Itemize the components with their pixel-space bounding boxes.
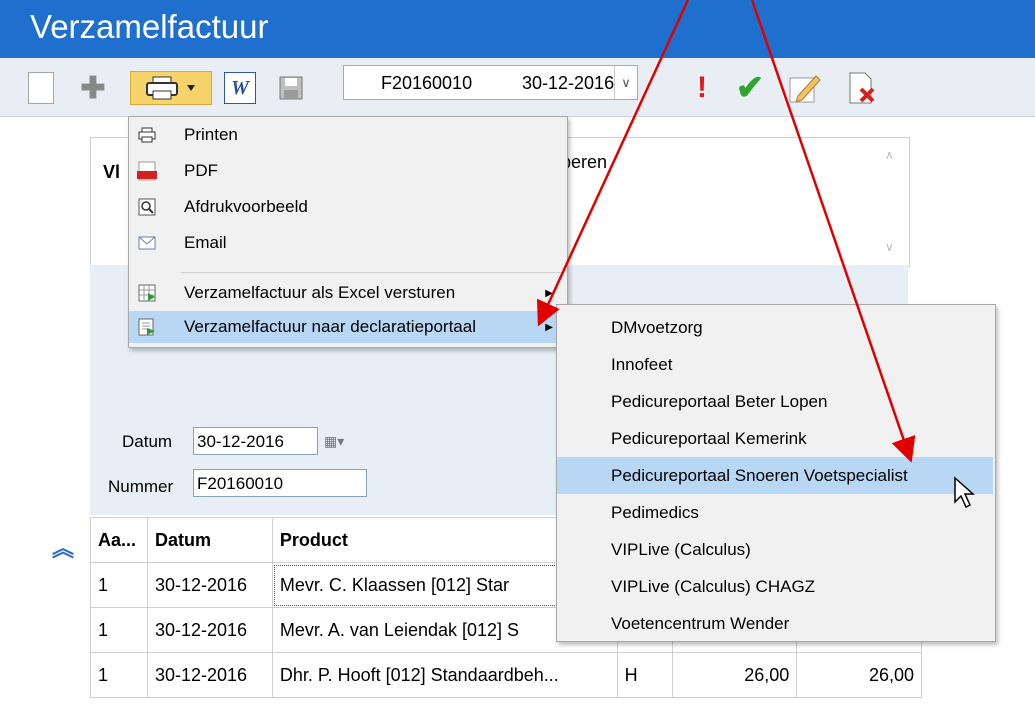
pdf-icon — [137, 161, 157, 181]
datum-input[interactable]: 30-12-2016 — [193, 427, 318, 455]
submenu-arrow-icon: ▶ — [545, 287, 553, 299]
window-title: Verzamelfactuur — [30, 8, 269, 45]
submenu-item[interactable]: Voetencentrum Wender — [557, 605, 993, 642]
submenu-item-label: Pedicureportaal Beter Lopen — [611, 391, 828, 411]
submenu-item-label: DMvoetzorg — [611, 317, 703, 337]
excel-icon — [137, 283, 157, 303]
cell: 1 — [90, 652, 148, 698]
menu-item-label: Verzamelfactuur als Excel versturen — [184, 283, 456, 302]
menu-item-email[interactable]: Email — [129, 227, 565, 259]
envelope-icon — [137, 233, 157, 253]
submenu-item[interactable]: Pedicureportaal Kemerink — [557, 420, 993, 457]
scroll-down-icon[interactable]: ∨ — [885, 240, 894, 254]
cell: 30-12-2016 — [146, 562, 273, 608]
cell: Dhr. P. Hooft [012] Standaardbeh... — [271, 652, 618, 698]
submenu-item[interactable]: Innofeet — [557, 346, 993, 383]
cell: 1 — [90, 607, 148, 653]
cell: H — [616, 652, 673, 698]
menu-item-printen[interactable]: Printen — [129, 119, 565, 151]
checkmark-icon[interactable]: ✔ — [730, 69, 770, 107]
collapse-chevron-icon[interactable]: ︽ — [52, 531, 74, 563]
submenu-item-label: Pedimedics — [611, 502, 699, 522]
submenu-item[interactable]: Pedimedics — [557, 494, 993, 531]
mouse-cursor-icon — [954, 476, 975, 509]
invoice-selector[interactable]: F20160010 30-12-2016 ∨ — [343, 65, 638, 100]
submenu-arrow-icon: ▶ — [545, 321, 553, 333]
menu-item-label: Printen — [184, 125, 238, 144]
menu-item-afdrukvoorbeeld[interactable]: Afdrukvoorbeeld — [129, 191, 565, 223]
menu-item-pdf[interactable]: PDF — [129, 155, 565, 187]
table-row[interactable]: 1 30-12-2016 Dhr. P. Hooft [012] Standaa… — [90, 652, 922, 698]
menu-item-label: PDF — [184, 161, 218, 180]
delete-document-icon[interactable] — [846, 71, 880, 105]
cell: 26,00 — [671, 652, 798, 698]
menu-item-label: Afdrukvoorbeeld — [184, 197, 308, 216]
nummer-label: Nummer — [108, 477, 174, 496]
magnifier-icon — [137, 197, 157, 217]
column-header[interactable]: Datum — [146, 517, 273, 563]
cell: 26,00 — [796, 652, 922, 698]
chevron-down-icon[interactable]: ∨ — [614, 66, 637, 99]
word-icon[interactable]: W — [224, 72, 256, 104]
menu-item-declaratieportaal[interactable]: Verzamelfactuur naar declaratieportaal ▶ — [129, 311, 565, 343]
submenu-item-label: VIPLive (Calculus) CHAGZ — [611, 576, 816, 596]
submenu-item-label: Pedicureportaal Kemerink — [611, 428, 807, 448]
menu-item-excel[interactable]: Verzamelfactuur als Excel versturen ▶ — [129, 277, 565, 309]
menu-item-label: Email — [184, 233, 227, 252]
calendar-icon[interactable]: ▦▾ — [324, 433, 359, 453]
submenu-item[interactable]: Pedicureportaal Beter Lopen — [557, 383, 993, 420]
save-icon[interactable] — [276, 71, 306, 105]
cell: 30-12-2016 — [146, 652, 273, 698]
submenu-item[interactable]: VIPLive (Calculus) CHAGZ — [557, 568, 993, 605]
portal-icon — [137, 317, 157, 337]
print-dropdown-button[interactable] — [130, 71, 212, 105]
submenu-item-highlighted[interactable]: Pedicureportaal Snoeren Voetspecialist — [557, 457, 993, 494]
cell: 30-12-2016 — [146, 607, 273, 653]
datum-label: Datum — [122, 432, 173, 451]
submenu-item-label: Pedicureportaal Snoeren Voetspecialist — [611, 465, 908, 485]
title-bar: Verzamelfactuur — [0, 0, 1035, 58]
menu-item-label: Verzamelfactuur naar declaratieportaal — [184, 317, 476, 336]
cell: 1 — [90, 562, 148, 608]
combo-invoice-date: 30-12-2016 — [522, 73, 615, 93]
note-scrollbar[interactable]: ∧ ∨ — [875, 138, 909, 264]
submenu-item[interactable]: VIPLive (Calculus) — [557, 531, 993, 568]
edit-icon[interactable] — [785, 71, 825, 105]
new-document-icon[interactable] — [28, 72, 54, 104]
warning-icon[interactable]: ! — [692, 71, 712, 105]
add-icon[interactable]: ✚ — [78, 71, 108, 105]
print-menu: Printen PDF Afdrukvoorbeeld Email Verzam… — [128, 116, 568, 348]
note-label: Vl — [103, 162, 121, 182]
portal-submenu: DMvoetzorg Innofeet Pedicureportaal Bete… — [556, 304, 996, 642]
submenu-item[interactable]: DMvoetzorg — [557, 309, 993, 346]
submenu-item-label: Voetencentrum Wender — [611, 613, 790, 633]
submenu-item-label: VIPLive (Calculus) — [611, 539, 751, 559]
column-header[interactable]: Aa... — [90, 517, 148, 563]
menu-separator — [181, 272, 561, 273]
printer-icon — [146, 76, 195, 100]
submenu-item-label: Innofeet — [611, 354, 673, 374]
combo-invoice-number: F20160010 — [381, 73, 473, 93]
printer-icon — [137, 125, 157, 145]
scroll-up-icon[interactable]: ∧ — [885, 148, 894, 162]
nummer-input[interactable]: F20160010 — [193, 469, 367, 497]
